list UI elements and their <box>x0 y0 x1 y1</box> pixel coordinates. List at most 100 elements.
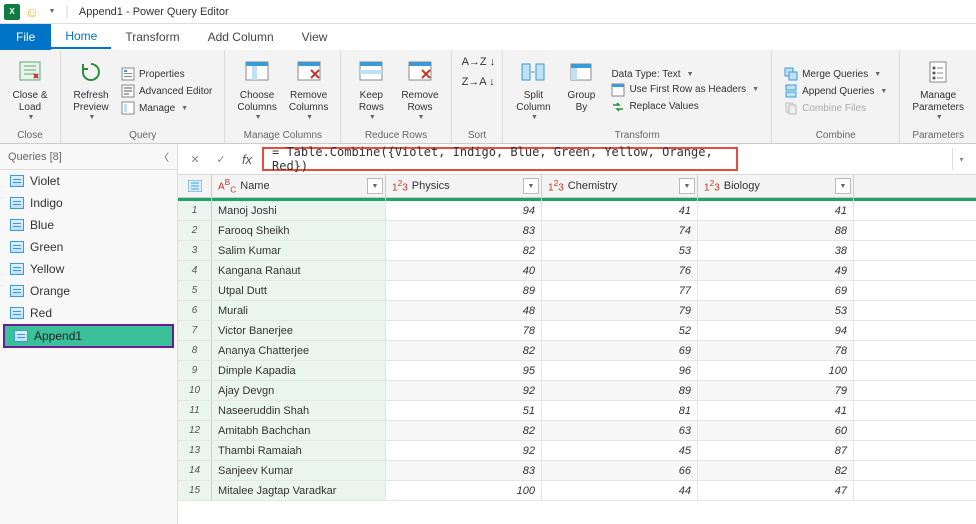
cell-biology[interactable]: 41 <box>698 201 854 220</box>
append-queries-button[interactable]: Append Queries▼ <box>780 83 891 99</box>
query-item-indigo[interactable]: Indigo <box>0 192 177 214</box>
cell-name[interactable]: Naseeruddin Shah <box>212 401 386 420</box>
table-row[interactable]: 6Murali487953 <box>178 301 976 321</box>
table-corner[interactable] <box>178 175 212 197</box>
cell-name[interactable]: Sanjeev Kumar <box>212 461 386 480</box>
manage-button[interactable]: Manage▼ <box>117 100 216 116</box>
filter-biology-button[interactable]: ▼ <box>835 178 851 194</box>
table-row[interactable]: 2Farooq Sheikh837488 <box>178 221 976 241</box>
query-item-append1[interactable]: Append1 <box>4 325 173 347</box>
query-item-yellow[interactable]: Yellow <box>0 258 177 280</box>
cell-chemistry[interactable]: 89 <box>542 381 698 400</box>
cell-name[interactable]: Utpal Dutt <box>212 281 386 300</box>
column-header-biology[interactable]: 123Biology▼ <box>698 175 854 197</box>
cell-physics[interactable]: 51 <box>386 401 542 420</box>
cell-physics[interactable]: 83 <box>386 461 542 480</box>
table-row[interactable]: 5Utpal Dutt897769 <box>178 281 976 301</box>
table-row[interactable]: 10Ajay Devgn928979 <box>178 381 976 401</box>
table-row[interactable]: 8Ananya Chatterjee826978 <box>178 341 976 361</box>
table-row[interactable]: 4Kangana Ranaut407649 <box>178 261 976 281</box>
keep-rows-button[interactable]: Keep Rows▼ <box>349 54 393 128</box>
manage-parameters-button[interactable]: Manage Parameters▼ <box>908 54 968 128</box>
dropdown-icon[interactable]: ▼ <box>44 4 60 20</box>
cell-name[interactable]: Amitabh Bachchan <box>212 421 386 440</box>
cell-biology[interactable]: 79 <box>698 381 854 400</box>
cell-biology[interactable]: 94 <box>698 321 854 340</box>
cell-biology[interactable]: 100 <box>698 361 854 380</box>
cell-physics[interactable]: 82 <box>386 421 542 440</box>
table-row[interactable]: 12Amitabh Bachchan826360 <box>178 421 976 441</box>
cell-name[interactable]: Manoj Joshi <box>212 201 386 220</box>
filter-chemistry-button[interactable]: ▼ <box>679 178 695 194</box>
table-row[interactable]: 7Victor Banerjee785294 <box>178 321 976 341</box>
sort-desc-button[interactable]: Z→A ↓ <box>460 74 495 90</box>
tab-addcolumn[interactable]: Add Column <box>194 26 288 48</box>
merge-queries-button[interactable]: Merge Queries▼ <box>780 66 891 82</box>
cell-physics[interactable]: 78 <box>386 321 542 340</box>
table-row[interactable]: 9Dimple Kapadia9596100 <box>178 361 976 381</box>
column-header-chemistry[interactable]: 123Chemistry▼ <box>542 175 698 197</box>
collapse-icon[interactable]: 〈 <box>159 149 169 164</box>
tab-home[interactable]: Home <box>51 25 111 49</box>
sort-asc-button[interactable]: A→Z ↓ <box>460 54 495 70</box>
refresh-preview-button[interactable]: Refresh Preview▼ <box>69 54 113 128</box>
cell-physics[interactable]: 83 <box>386 221 542 240</box>
cell-chemistry[interactable]: 63 <box>542 421 698 440</box>
confirm-formula-button[interactable]: ✓ <box>210 148 232 170</box>
cell-biology[interactable]: 47 <box>698 481 854 500</box>
cell-physics[interactable]: 100 <box>386 481 542 500</box>
query-item-red[interactable]: Red <box>0 302 177 324</box>
formula-input[interactable]: = Table.Combine({Violet, Indigo, Blue, G… <box>262 147 738 171</box>
table-row[interactable]: 3Salim Kumar825338 <box>178 241 976 261</box>
column-header-physics[interactable]: 123Physics▼ <box>386 175 542 197</box>
cell-biology[interactable]: 88 <box>698 221 854 240</box>
cell-chemistry[interactable]: 53 <box>542 241 698 260</box>
tab-view[interactable]: View <box>288 26 342 48</box>
cell-chemistry[interactable]: 66 <box>542 461 698 480</box>
close-load-button[interactable]: Close & Load▼ <box>8 54 52 128</box>
cell-biology[interactable]: 87 <box>698 441 854 460</box>
remove-columns-button[interactable]: Remove Columns▼ <box>285 54 332 128</box>
cell-physics[interactable]: 92 <box>386 441 542 460</box>
cell-physics[interactable]: 92 <box>386 381 542 400</box>
tab-file[interactable]: File <box>0 24 51 50</box>
filter-name-button[interactable]: ▼ <box>367 178 383 194</box>
choose-columns-button[interactable]: Choose Columns▼ <box>233 54 280 128</box>
data-type-button[interactable]: Data Type: Text▼ <box>607 68 763 81</box>
cell-chemistry[interactable]: 77 <box>542 281 698 300</box>
cell-biology[interactable]: 38 <box>698 241 854 260</box>
cell-biology[interactable]: 41 <box>698 401 854 420</box>
cell-physics[interactable]: 82 <box>386 241 542 260</box>
cell-biology[interactable]: 78 <box>698 341 854 360</box>
cell-chemistry[interactable]: 96 <box>542 361 698 380</box>
cell-biology[interactable]: 82 <box>698 461 854 480</box>
replace-values-button[interactable]: Replace Values <box>607 99 763 115</box>
cell-name[interactable]: Ananya Chatterjee <box>212 341 386 360</box>
combine-files-button[interactable]: Combine Files <box>780 100 891 116</box>
query-item-violet[interactable]: Violet <box>0 170 177 192</box>
cell-chemistry[interactable]: 41 <box>542 201 698 220</box>
table-row[interactable]: 14Sanjeev Kumar836682 <box>178 461 976 481</box>
cell-biology[interactable]: 49 <box>698 261 854 280</box>
cell-name[interactable]: Salim Kumar <box>212 241 386 260</box>
cell-chemistry[interactable]: 44 <box>542 481 698 500</box>
cell-physics[interactable]: 89 <box>386 281 542 300</box>
cell-biology[interactable]: 69 <box>698 281 854 300</box>
cell-name[interactable]: Ajay Devgn <box>212 381 386 400</box>
cell-physics[interactable]: 40 <box>386 261 542 280</box>
cell-physics[interactable]: 82 <box>386 341 542 360</box>
tab-transform[interactable]: Transform <box>111 26 193 48</box>
cell-physics[interactable]: 48 <box>386 301 542 320</box>
remove-rows-button[interactable]: Remove Rows▼ <box>397 54 442 128</box>
cell-name[interactable]: Victor Banerjee <box>212 321 386 340</box>
filter-physics-button[interactable]: ▼ <box>523 178 539 194</box>
cell-chemistry[interactable]: 79 <box>542 301 698 320</box>
cell-physics[interactable]: 95 <box>386 361 542 380</box>
split-column-button[interactable]: Split Column▼ <box>511 54 555 128</box>
table-row[interactable]: 13Thambi Ramaiah924587 <box>178 441 976 461</box>
formula-expand-button[interactable]: ▾ <box>952 148 970 170</box>
query-item-green[interactable]: Green <box>0 236 177 258</box>
cell-chemistry[interactable]: 81 <box>542 401 698 420</box>
cell-name[interactable]: Farooq Sheikh <box>212 221 386 240</box>
cell-chemistry[interactable]: 69 <box>542 341 698 360</box>
